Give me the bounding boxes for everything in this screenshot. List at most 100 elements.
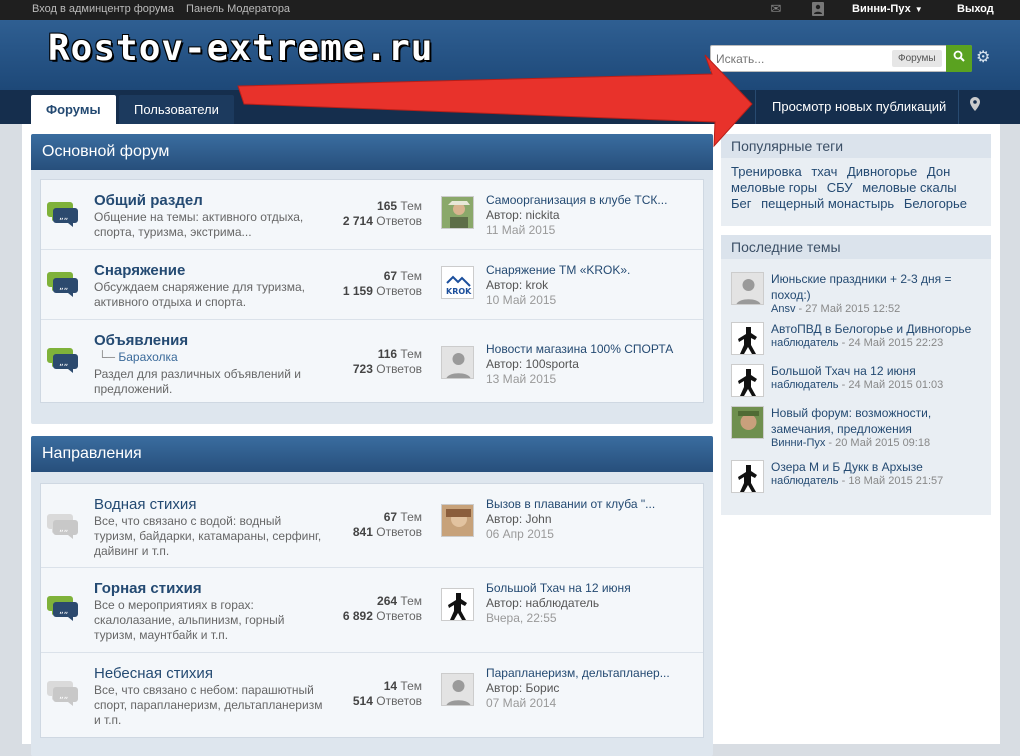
username: Винни-Пух bbox=[852, 3, 911, 15]
avatar[interactable] bbox=[731, 322, 764, 355]
recent-topic-title[interactable]: Новый форум: возможности, замечания, пре… bbox=[771, 405, 986, 437]
last-post-author[interactable]: Автор: Борис bbox=[486, 681, 559, 695]
last-post-title[interactable]: Большой Тхач на 12 июня bbox=[486, 581, 631, 595]
avatar[interactable] bbox=[441, 504, 474, 537]
recent-topic-title[interactable]: Большой Тхач на 12 июня bbox=[771, 363, 986, 379]
notifications-icon[interactable] bbox=[810, 2, 826, 16]
admin-bar: Вход в админцентр форума Панель Модерато… bbox=[0, 0, 1020, 20]
forum-description: Общение на темы: активного отдыха, спорт… bbox=[94, 210, 304, 239]
last-post-author[interactable]: Автор: krok bbox=[486, 278, 548, 292]
last-post-author[interactable]: Автор: 100sporta bbox=[486, 357, 579, 371]
avatar[interactable] bbox=[731, 272, 764, 305]
forum-stats: 264 Тем 6 892 Ответов bbox=[342, 594, 422, 623]
recent-topic-item: Новый форум: возможности, замечания, пре… bbox=[721, 401, 991, 455]
forum-name[interactable]: Небесная стихия bbox=[94, 665, 213, 682]
last-post-title[interactable]: Вызов в плавании от клуба "... bbox=[486, 497, 655, 511]
forum-stats: 165 Тем 2 714 Ответов bbox=[342, 199, 422, 228]
avatar[interactable]: KROK bbox=[441, 266, 474, 299]
widget-title: Популярные теги bbox=[721, 134, 991, 158]
forum-unread-icon: „„ bbox=[47, 272, 78, 297]
recent-topic-title[interactable]: Июньские праздники + 2-3 дня = поход:) bbox=[771, 271, 986, 303]
forum-description: Все, что связано с небом: парашютный спо… bbox=[94, 683, 323, 727]
tag-link[interactable]: Тренировка bbox=[731, 164, 802, 179]
forum-name[interactable]: Водная стихия bbox=[94, 496, 196, 513]
last-post-date: Вчера, 22:55 bbox=[486, 611, 557, 625]
avatar[interactable] bbox=[441, 673, 474, 706]
svg-text:„„: „„ bbox=[59, 282, 68, 292]
avatar[interactable] bbox=[441, 196, 474, 229]
recent-topic-item: Большой Тхач на 12 июня наблюдатель - 24… bbox=[721, 359, 991, 401]
avatar[interactable] bbox=[441, 588, 474, 621]
search-input[interactable] bbox=[711, 46, 889, 71]
map-pin-icon[interactable] bbox=[958, 90, 990, 124]
forum-name[interactable]: Объявления bbox=[94, 332, 188, 349]
popular-tags-widget: Популярные теги Тренировка тхач Дивногор… bbox=[721, 134, 991, 226]
svg-text:„„: „„ bbox=[59, 691, 68, 701]
last-post-date: 13 Май 2015 bbox=[486, 372, 557, 386]
last-post-author[interactable]: Автор: наблюдатель bbox=[486, 596, 599, 610]
forum-stats: 116 Тем 723 Ответов bbox=[352, 347, 422, 376]
recent-topic-meta: наблюдатель - 18 Май 2015 21:57 bbox=[771, 475, 944, 487]
site-header: Rostov-extreme.ru Форумы ⚙ bbox=[0, 20, 1020, 90]
tag-link[interactable]: СБУ bbox=[827, 180, 853, 195]
avatar[interactable] bbox=[441, 346, 474, 379]
site-logo[interactable]: Rostov-extreme.ru bbox=[48, 28, 433, 69]
forum-row: „„ Снаряжение Обсуждаем снаряжение для т… bbox=[41, 250, 703, 320]
tag-link[interactable]: тхач bbox=[811, 164, 837, 179]
recent-topic-title[interactable]: АвтоПВД в Белогорье и Дивногорье bbox=[771, 321, 986, 337]
envelope-icon[interactable]: ✉ bbox=[768, 2, 784, 16]
forum-list: „„ Общий раздел Общение на темы: активно… bbox=[40, 179, 704, 403]
forum-row: „„ Небесная стихия Все, что связано с не… bbox=[41, 653, 703, 737]
forum-stats: 67 Тем 841 Ответов bbox=[352, 510, 422, 539]
forum-name[interactable]: Горная стихия bbox=[94, 580, 202, 597]
tag-link[interactable]: Дивногорье bbox=[847, 164, 917, 179]
recent-topic-meta: Ansv - 27 Май 2015 12:52 bbox=[771, 303, 901, 315]
forum-stats: 14 Тем 514 Ответов bbox=[352, 679, 422, 708]
last-post-date: 11 Май 2015 bbox=[486, 223, 556, 237]
forum-row: „„ Водная стихия Все, что связано с водо… bbox=[41, 484, 703, 568]
forum-row: „„ Горная стихия Все о мероприятиях в го… bbox=[41, 568, 703, 653]
svg-text:„„: „„ bbox=[59, 524, 68, 534]
view-new-content-link[interactable]: Просмотр новых публикаций bbox=[755, 90, 962, 124]
subforum-link[interactable]: └─ Барахолка bbox=[98, 350, 178, 364]
moderator-panel-link[interactable]: Панель Модератора bbox=[186, 3, 290, 15]
tag-link[interactable]: Дон bbox=[927, 164, 950, 179]
user-menu[interactable]: Винни-Пух ▼ bbox=[852, 3, 923, 15]
tag-link[interactable]: меловые горы bbox=[731, 180, 817, 195]
logout-link[interactable]: Выход bbox=[957, 3, 994, 15]
last-post-title[interactable]: Парапланеризм, дельтапланер... bbox=[486, 666, 670, 680]
caret-down-icon: ▼ bbox=[914, 5, 923, 14]
admin-cp-link[interactable]: Вход в админцентр форума bbox=[32, 3, 174, 15]
gear-icon[interactable]: ⚙ bbox=[976, 47, 990, 67]
forum-name[interactable]: Снаряжение bbox=[94, 262, 185, 279]
category-main-forum: Основной форум „„ Общий раздел Общение н… bbox=[31, 134, 713, 424]
tab-forums[interactable]: Форумы bbox=[31, 95, 116, 124]
tag-link[interactable]: Белогорье bbox=[904, 196, 967, 211]
last-post-author[interactable]: Автор: nickita bbox=[486, 208, 560, 222]
avatar[interactable] bbox=[731, 364, 764, 397]
search-button[interactable] bbox=[946, 45, 972, 72]
tab-users[interactable]: Пользователи bbox=[119, 95, 234, 124]
last-post-title[interactable]: Самоорганизация в клубе ТСК... bbox=[486, 193, 667, 207]
recent-topic-item: АвтоПВД в Белогорье и Дивногорье наблюда… bbox=[721, 317, 991, 359]
forum-description: Раздел для различных объявлений и предло… bbox=[94, 367, 301, 396]
recent-topic-title[interactable]: Озера М и Б Дукк в Архызе bbox=[771, 459, 986, 475]
svg-text:„„: „„ bbox=[59, 358, 68, 368]
forum-stats: 67 Тем 1 159 Ответов bbox=[342, 269, 422, 298]
forum-name[interactable]: Общий раздел bbox=[94, 192, 203, 209]
avatar[interactable] bbox=[731, 406, 764, 439]
forum-unread-icon: „„ bbox=[47, 202, 78, 227]
last-post-title[interactable]: Новости магазина 100% СПОРТА bbox=[486, 342, 673, 356]
last-post-author[interactable]: Автор: John bbox=[486, 512, 552, 526]
widget-title: Последние темы bbox=[721, 235, 991, 259]
category-title[interactable]: Основной форум bbox=[31, 134, 713, 170]
avatar[interactable] bbox=[731, 460, 764, 493]
tag-link[interactable]: меловые скалы bbox=[862, 180, 956, 195]
tag-link[interactable]: Бег bbox=[731, 196, 752, 211]
tag-link[interactable]: пещерный монастырь bbox=[761, 196, 894, 211]
search-scope[interactable]: Форумы bbox=[892, 50, 942, 67]
forum-description: Обсуждаем снаряжение для туризма, активн… bbox=[94, 280, 306, 309]
forum-unread-icon: „„ bbox=[47, 596, 78, 621]
category-title[interactable]: Направления bbox=[31, 436, 713, 472]
last-post-title[interactable]: Снаряжение ТМ «KROK». bbox=[486, 263, 630, 277]
